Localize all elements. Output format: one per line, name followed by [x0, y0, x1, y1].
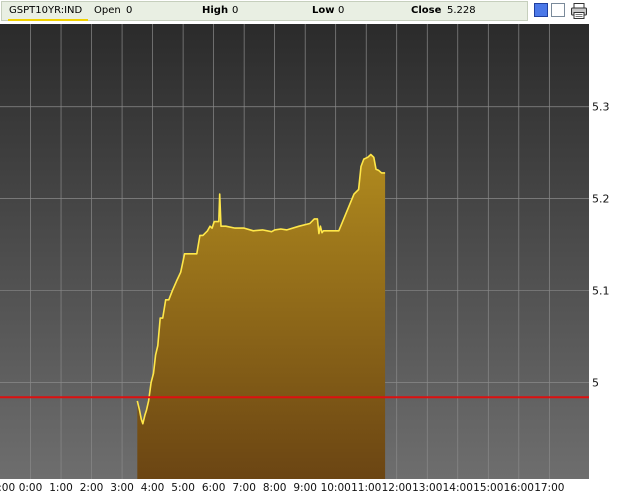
quote-toolbar: GSPT10YR:IND Open 0 High 0 Low 0 Close 5… [0, 0, 627, 24]
open-value: 0 [126, 5, 133, 16]
symbol-tab[interactable]: GSPT10YR:IND [9, 5, 82, 17]
x-tick-label: 16:00 [504, 482, 534, 494]
y-tick-label: 5.1 [592, 285, 610, 298]
symbol-tab-underline [8, 19, 88, 21]
y-axis-panel [589, 24, 627, 479]
x-tick-label: 14:00 [443, 482, 473, 494]
dark-theme-button[interactable] [534, 3, 548, 17]
x-tick-label: 1:00 [49, 482, 73, 494]
open-label: Open [94, 5, 121, 16]
y-tick-label: 5.2 [592, 193, 610, 206]
x-tick-label: 9:00 [293, 482, 317, 494]
y-tick-label: 5 [592, 376, 599, 389]
price-chart: 5 5.1 5.2 5.3 23:00 0:00 1:00 2:00 3:00 4:00 5:00… [0, 24, 627, 495]
x-tick-label: 3:00 [110, 482, 134, 494]
x-tick-label: 6:00 [202, 482, 226, 494]
x-tick-label: 2:00 [80, 482, 104, 494]
x-tick-label: 23:00 [0, 482, 15, 494]
light-theme-button[interactable] [551, 3, 565, 17]
high-value: 0 [232, 5, 239, 16]
quote-panel: GSPT10YR:IND Open 0 High 0 Low 0 Close 5… [1, 1, 528, 21]
x-tick-label: 0:00 [19, 482, 43, 494]
x-tick-label: 11:00 [351, 482, 381, 494]
x-tick-label: 8:00 [263, 482, 287, 494]
close-value: 5.228 [447, 5, 476, 16]
x-tick-label: 4:00 [141, 482, 165, 494]
x-tick-label: 15:00 [473, 482, 503, 494]
x-tick-label: 10:00 [321, 482, 351, 494]
x-tick-label: 7:00 [232, 482, 256, 494]
low-label: Low [312, 5, 335, 16]
close-label: Close [411, 5, 442, 16]
y-tick-label: 5.3 [592, 101, 610, 114]
low-value: 0 [338, 5, 345, 16]
x-tick-label: 13:00 [412, 482, 442, 494]
x-tick-label: 12:00 [382, 482, 412, 494]
high-label: High [202, 5, 229, 16]
x-tick-label: 17:00 [534, 482, 564, 494]
x-axis: 23:00 0:00 1:00 2:00 3:00 4:00 5:00 6:00 7:00 8:0… [0, 482, 564, 494]
printer-icon[interactable] [570, 2, 588, 20]
x-tick-label: 5:00 [171, 482, 195, 494]
